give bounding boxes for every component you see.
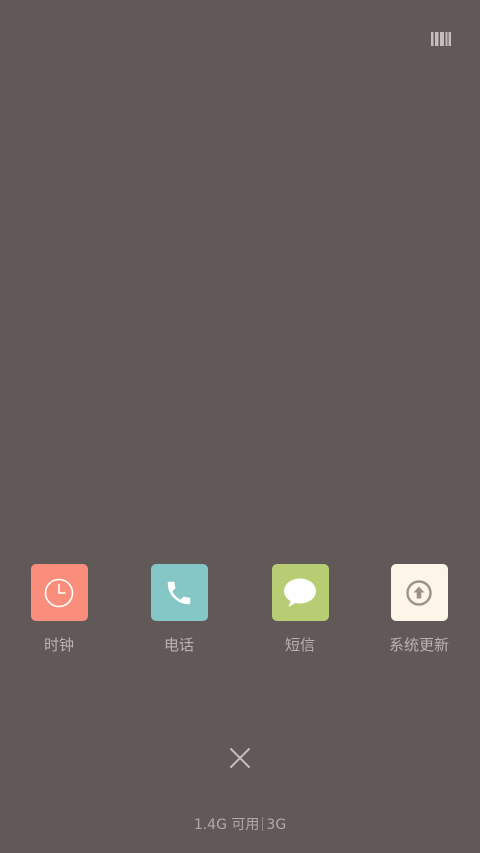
memory-status: 1.4G 可用 3G bbox=[0, 816, 480, 834]
clock-app-tile bbox=[30, 564, 88, 621]
messages-app-tile bbox=[271, 564, 329, 621]
recent-app-label: 时钟 bbox=[43, 636, 74, 654]
recent-app-messages[interactable]: 短信 bbox=[252, 564, 348, 654]
close-icon bbox=[230, 748, 250, 768]
memory-available: 1.4G 可用 bbox=[193, 817, 260, 833]
recent-app-phone[interactable]: 电话 bbox=[131, 564, 227, 654]
phone-icon bbox=[167, 581, 191, 604]
system-update-icon bbox=[406, 579, 432, 606]
clear-all-button[interactable] bbox=[226, 744, 254, 772]
view-toggle-button[interactable] bbox=[431, 31, 451, 46]
clock-icon bbox=[44, 578, 74, 607]
recent-app-clock[interactable]: 时钟 bbox=[11, 564, 107, 654]
phone-app-tile bbox=[150, 564, 208, 621]
recent-app-system-update[interactable]: 系统更新 bbox=[371, 564, 467, 654]
recent-app-label: 电话 bbox=[163, 636, 194, 654]
grid-view-icon bbox=[431, 32, 451, 46]
message-icon bbox=[284, 578, 316, 607]
recent-app-label: 系统更新 bbox=[388, 636, 449, 654]
recent-apps-row: 时钟 电话 短信 系统更新 bbox=[0, 564, 480, 664]
recent-app-label: 短信 bbox=[284, 636, 315, 654]
divider bbox=[262, 817, 264, 831]
memory-total: 3G bbox=[266, 817, 287, 833]
system-update-app-tile bbox=[390, 564, 448, 621]
